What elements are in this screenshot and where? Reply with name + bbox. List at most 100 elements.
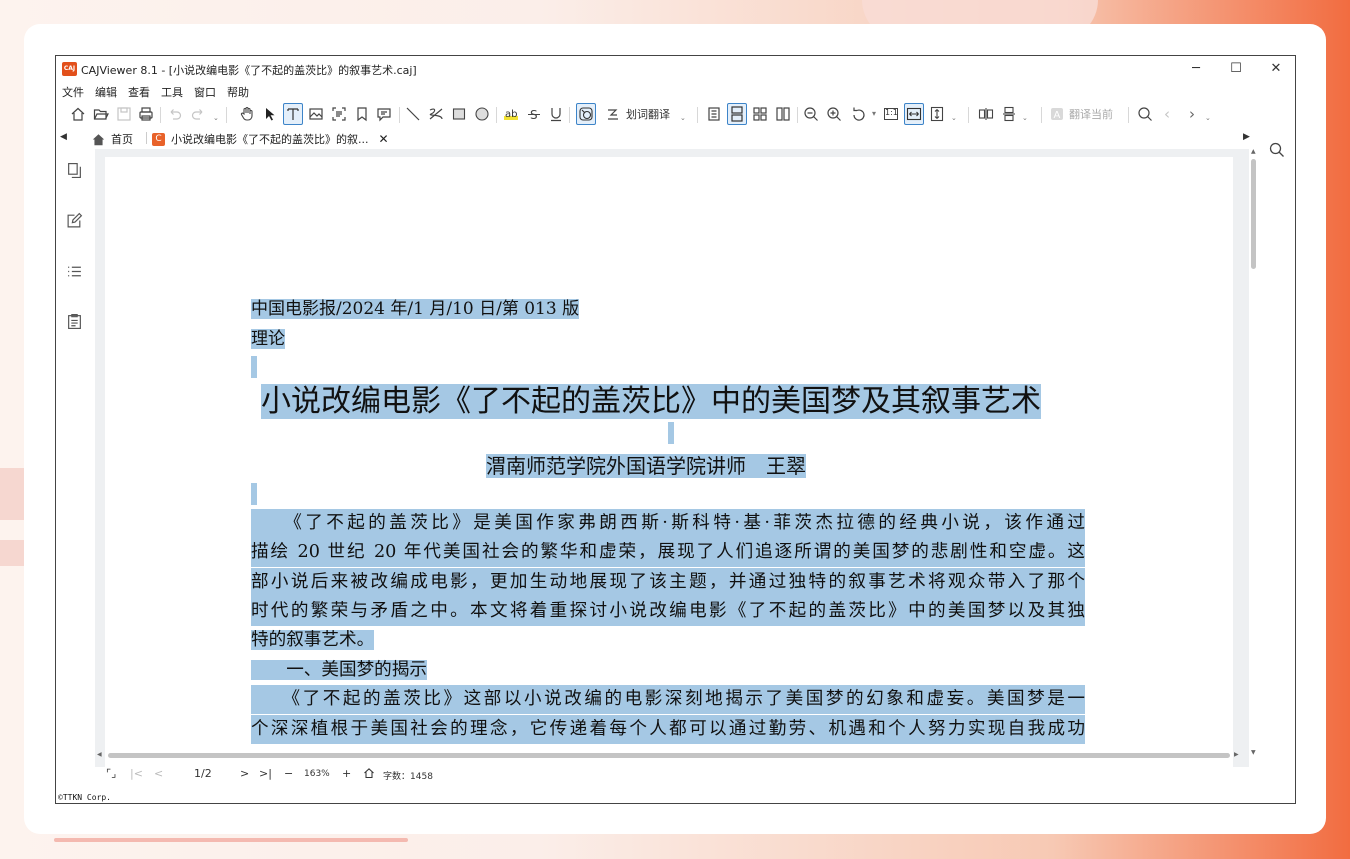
next-result-icon[interactable]: › [1182, 103, 1202, 125]
text-select-icon[interactable] [283, 103, 303, 125]
dropdown-arrow-icon[interactable]: ⌄ [1205, 114, 1211, 122]
bookmark-icon[interactable] [352, 103, 372, 125]
comment-icon[interactable] [374, 103, 394, 125]
section-heading: 一、美国梦的揭示 [251, 660, 427, 680]
select-arrow-icon[interactable] [260, 103, 280, 125]
translate-current-icon[interactable]: A [1047, 103, 1067, 125]
horizontal-scrollbar[interactable]: ◀ ▶ [96, 750, 1244, 762]
document-tab-bar: ◀ 首页 C 小说改编电影《了不起的盖茨比》的叙... ✕ ▶ [56, 129, 1295, 149]
next-page-icon[interactable]: > [240, 767, 249, 780]
fullscreen-icon[interactable]: ⌜⌟ [106, 767, 116, 780]
line-tool-icon[interactable] [403, 103, 423, 125]
zoom-in-icon[interactable] [824, 103, 844, 125]
horizontal-scroll-thumb[interactable] [108, 753, 1230, 758]
window-title: CAJViewer 8.1 - [小说改编电影《了不起的盖茨比》的叙事艺术.ca… [81, 64, 417, 77]
curve-tool-icon[interactable] [426, 103, 446, 125]
previous-page-icon[interactable]: < [154, 767, 163, 780]
strikethrough-icon[interactable]: S [524, 103, 544, 125]
search-icon[interactable] [1135, 103, 1155, 125]
rotate-dropdown-icon[interactable]: ▾ [872, 109, 876, 118]
actual-size-label: 1:1 [885, 108, 898, 117]
home-icon[interactable] [68, 103, 88, 125]
compare-horizontal-icon[interactable] [976, 103, 996, 125]
menu-help[interactable]: 帮助 [227, 84, 249, 100]
menu-tools[interactable]: 工具 [161, 84, 183, 100]
selection-highlight [251, 483, 257, 505]
underline-icon[interactable] [546, 103, 566, 125]
last-page-icon[interactable]: >| [259, 767, 272, 780]
zoom-out-button[interactable]: − [284, 767, 293, 780]
undo-icon[interactable] [165, 103, 185, 125]
word-translate-label[interactable]: 划词翻译 [626, 106, 670, 122]
two-page-icon[interactable] [773, 103, 793, 125]
zoom-level[interactable]: 163% [304, 769, 330, 779]
annotation-edit-icon[interactable] [66, 212, 83, 229]
pages-icon[interactable] [66, 162, 83, 179]
maximize-button[interactable]: ☐ [1216, 58, 1256, 80]
vertical-scrollbar[interactable]: ▲ ▼ [1248, 148, 1260, 756]
menu-window[interactable]: 窗口 [194, 84, 216, 100]
rotate-icon[interactable] [849, 103, 869, 125]
open-folder-icon[interactable] [91, 103, 111, 125]
minimize-button[interactable]: ─ [1176, 58, 1216, 80]
print-icon[interactable] [136, 103, 156, 125]
copyright-text: ©TTKN Corp. [58, 793, 111, 802]
ocr-icon[interactable] [329, 103, 349, 125]
save-icon[interactable] [114, 103, 134, 125]
tab-scroll-left-icon[interactable]: ◀ [60, 132, 67, 142]
menu-edit[interactable]: 编辑 [95, 84, 117, 100]
notes-clipboard-icon[interactable] [66, 313, 83, 330]
word-translate-toggle-icon[interactable] [576, 103, 596, 125]
vertical-scroll-thumb[interactable] [1251, 159, 1256, 269]
ellipse-tool-icon[interactable] [472, 103, 492, 125]
redo-icon[interactable] [188, 103, 208, 125]
home-page-icon[interactable] [363, 767, 375, 779]
scroll-left-icon[interactable]: ◀ [97, 751, 102, 758]
tab-home[interactable]: 首页 [92, 130, 133, 148]
scroll-up-icon[interactable]: ▲ [1251, 148, 1256, 155]
scroll-right-icon[interactable]: ▶ [1234, 751, 1239, 758]
translate-current-label[interactable]: 翻译当前 [1069, 106, 1113, 122]
menu-view[interactable]: 查看 [128, 84, 150, 100]
tab-close-icon[interactable]: ✕ [379, 132, 389, 146]
outline-list-icon[interactable] [66, 263, 83, 280]
toolbar-separator [226, 107, 227, 123]
tab-home-label: 首页 [111, 133, 133, 146]
dropdown-arrow-icon[interactable]: ⌄ [213, 114, 219, 122]
dropdown-arrow-icon[interactable]: ⌄ [1022, 114, 1028, 122]
tab-document[interactable]: C 小说改编电影《了不起的盖茨比》的叙... ✕ [152, 130, 389, 148]
rectangle-tool-icon[interactable] [449, 103, 469, 125]
highlight-icon[interactable]: ab [501, 103, 521, 125]
word-translate-icon[interactable] [603, 103, 623, 125]
zoom-in-button[interactable]: + [342, 767, 351, 780]
previous-result-icon[interactable]: ‹ [1157, 103, 1177, 125]
word-count-label: 字数： [383, 772, 411, 782]
continuous-page-icon[interactable] [727, 103, 747, 125]
menu-file[interactable]: 文件 [62, 84, 84, 100]
dropdown-arrow-icon[interactable]: ⌄ [951, 114, 957, 122]
scroll-down-icon[interactable]: ▼ [1251, 749, 1256, 756]
document-page[interactable]: 中国电影报/2024 年/1 月/10 日/第 013 版 理论 小说改编电影《… [105, 157, 1233, 767]
document-view[interactable]: 中国电影报/2024 年/1 月/10 日/第 013 版 理论 小说改编电影《… [95, 149, 1249, 767]
page-number-input[interactable]: 1/2 [194, 767, 212, 780]
tab-scroll-right-icon[interactable]: ▶ [1243, 132, 1250, 142]
hand-tool-icon[interactable] [237, 103, 257, 125]
caj-document-icon: C [152, 132, 165, 146]
paragraph-line: 《了不起的盖茨比》是美国作家弗朗西斯·斯科特·基·菲茨杰拉德的经典小说，该作通过 [251, 509, 1085, 539]
first-page-icon[interactable]: |< [130, 767, 143, 780]
grid-view-icon[interactable] [750, 103, 770, 125]
app-window: CAJ CAJViewer 8.1 - [小说改编电影《了不起的盖茨比》的叙事艺… [55, 55, 1296, 804]
close-window-button[interactable]: ✕ [1256, 58, 1295, 80]
dropdown-arrow-icon[interactable]: ⌄ [680, 114, 686, 122]
image-select-icon[interactable] [306, 103, 326, 125]
compare-vertical-icon[interactable] [999, 103, 1019, 125]
right-panel-search-icon[interactable] [1269, 142, 1287, 160]
single-page-icon[interactable] [704, 103, 724, 125]
fit-height-icon[interactable] [927, 103, 947, 125]
zoom-out-icon[interactable] [801, 103, 821, 125]
svg-text:ab: ab [505, 109, 517, 120]
toolbar-separator [160, 107, 161, 123]
fit-width-icon[interactable] [904, 103, 924, 125]
section-label: 理论 [251, 329, 285, 349]
source-line: 中国电影报/2024 年/1 月/10 日/第 013 版 [251, 299, 580, 319]
